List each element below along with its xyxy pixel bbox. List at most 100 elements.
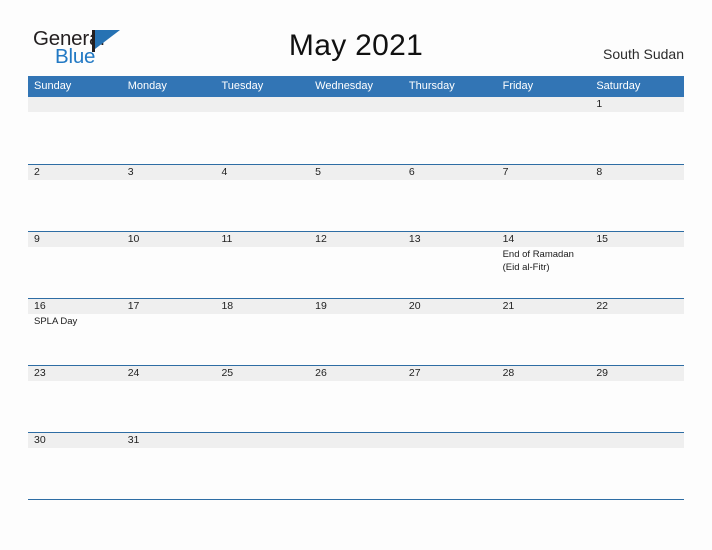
day-cell[interactable]: 22 [590, 299, 684, 366]
day-number: 14 [502, 233, 515, 245]
day-cell[interactable]: 18 [215, 299, 309, 366]
day-cell[interactable]: 10 [122, 232, 216, 299]
day-number: 18 [221, 300, 234, 312]
day-number: 9 [34, 233, 40, 245]
day-cell-empty [309, 433, 403, 500]
day-cell-empty [590, 433, 684, 500]
day-cell[interactable]: 26 [309, 366, 403, 433]
day-cell[interactable]: 2 [28, 165, 122, 232]
day-cell[interactable]: 12 [309, 232, 403, 299]
day-cell[interactable]: 30 [28, 433, 122, 500]
day-cell[interactable]: 4 [215, 165, 309, 232]
day-cell[interactable]: 20 [403, 299, 497, 366]
day-number: 13 [408, 233, 421, 245]
day-cell[interactable]: 27 [403, 366, 497, 433]
day-cell[interactable]: 29 [590, 366, 684, 433]
weekday-header-saturday: Saturday [596, 80, 641, 92]
day-cell[interactable]: 17 [122, 299, 216, 366]
day-cell[interactable]: 23 [28, 366, 122, 433]
day-cell[interactable]: 1 [590, 97, 684, 164]
day-number: 21 [502, 300, 515, 312]
day-cell-empty [215, 97, 309, 164]
day-events [221, 112, 309, 114]
day-events [503, 314, 591, 316]
day-events [221, 180, 309, 182]
day-events [315, 180, 403, 182]
day-cell[interactable]: 15 [590, 232, 684, 299]
day-number: 31 [127, 434, 140, 446]
day-cell-empty [215, 433, 309, 500]
calendar-week-row: 2 3 4 5 6 7 8 [28, 164, 684, 231]
day-cell[interactable]: 21 [497, 299, 591, 366]
day-events [128, 314, 216, 316]
page-header: General Blue May 2021 South Sudan [0, 0, 712, 76]
day-cell[interactable]: 7 [497, 165, 591, 232]
day-cell[interactable]: 14 End of Ramadan (Eid al-Fitr) [497, 232, 591, 299]
day-events [34, 381, 122, 383]
day-cell[interactable]: 25 [215, 366, 309, 433]
day-events [34, 247, 122, 249]
day-number: 11 [221, 233, 233, 245]
day-cell[interactable]: 24 [122, 366, 216, 433]
day-events [409, 448, 497, 450]
event-label: End of Ramadan [502, 249, 574, 260]
calendar-weeks: 1 2 3 4 5 6 7 8 9 10 11 12 13 14 End of Ramadan (Eid al… [28, 97, 684, 499]
day-number: 7 [502, 166, 509, 178]
day-cell-empty [28, 97, 122, 164]
weekday-header-sunday: Sunday [34, 80, 72, 92]
day-cell[interactable]: 11 [215, 232, 309, 299]
day-events [409, 180, 497, 182]
day-events [128, 448, 216, 450]
day-cell-empty [497, 97, 591, 164]
day-cell[interactable]: 13 [403, 232, 497, 299]
day-cell-empty [122, 97, 216, 164]
day-number: 30 [34, 434, 46, 446]
day-cell[interactable]: 8 [590, 165, 684, 232]
week-cells: 1 [28, 97, 684, 164]
day-cell-empty [403, 97, 497, 164]
calendar-page: General Blue May 2021 South Sudan Sunday… [0, 0, 712, 550]
day-events [221, 448, 309, 450]
day-events [128, 112, 216, 114]
day-cell[interactable]: 28 [497, 366, 591, 433]
day-events [221, 381, 309, 383]
weekday-header-monday: Monday [127, 80, 167, 92]
day-cell[interactable]: 9 [28, 232, 122, 299]
day-cell[interactable]: 6 [403, 165, 497, 232]
calendar-week-row: 23 24 25 26 27 28 29 [28, 365, 684, 432]
day-cell[interactable]: 16 SPLA Day [28, 299, 122, 366]
day-events [315, 247, 403, 249]
weekday-header-thursday: Thursday [408, 80, 455, 92]
day-cell[interactable]: 5 [309, 165, 403, 232]
calendar-grid: Sunday Monday Tuesday Wednesday Thursday… [28, 76, 684, 500]
day-cell[interactable]: 19 [309, 299, 403, 366]
week-cells: 30 31 [28, 433, 684, 500]
day-number: 27 [408, 367, 421, 379]
day-events [503, 180, 591, 182]
weekday-header-row: Sunday Monday Tuesday Wednesday Thursday… [28, 76, 684, 97]
day-cell-empty [497, 433, 591, 500]
day-events [221, 247, 309, 249]
day-cell[interactable]: 31 [122, 433, 216, 500]
day-number: 12 [315, 233, 327, 245]
day-number: 3 [127, 166, 134, 178]
day-number: 29 [596, 367, 608, 379]
day-events [596, 381, 684, 383]
day-events [315, 381, 403, 383]
day-events [315, 112, 403, 114]
calendar-week-row: 9 10 11 12 13 14 End of Ramadan (Eid al-Fitr) 15 [28, 231, 684, 298]
day-cell[interactable]: 3 [122, 165, 216, 232]
day-events [596, 314, 684, 316]
day-events [503, 112, 591, 114]
day-events [409, 314, 497, 316]
week-cells: 16 SPLA Day 17 18 19 20 21 22 [28, 299, 684, 366]
day-events [596, 448, 684, 450]
day-number: 2 [34, 166, 40, 178]
day-number: 22 [596, 300, 608, 312]
day-events [596, 112, 684, 114]
day-events [128, 247, 216, 249]
day-events [315, 314, 403, 316]
day-events [503, 381, 591, 383]
day-number: 26 [315, 367, 327, 379]
week-cells: 2 3 4 5 6 7 8 [28, 165, 684, 232]
